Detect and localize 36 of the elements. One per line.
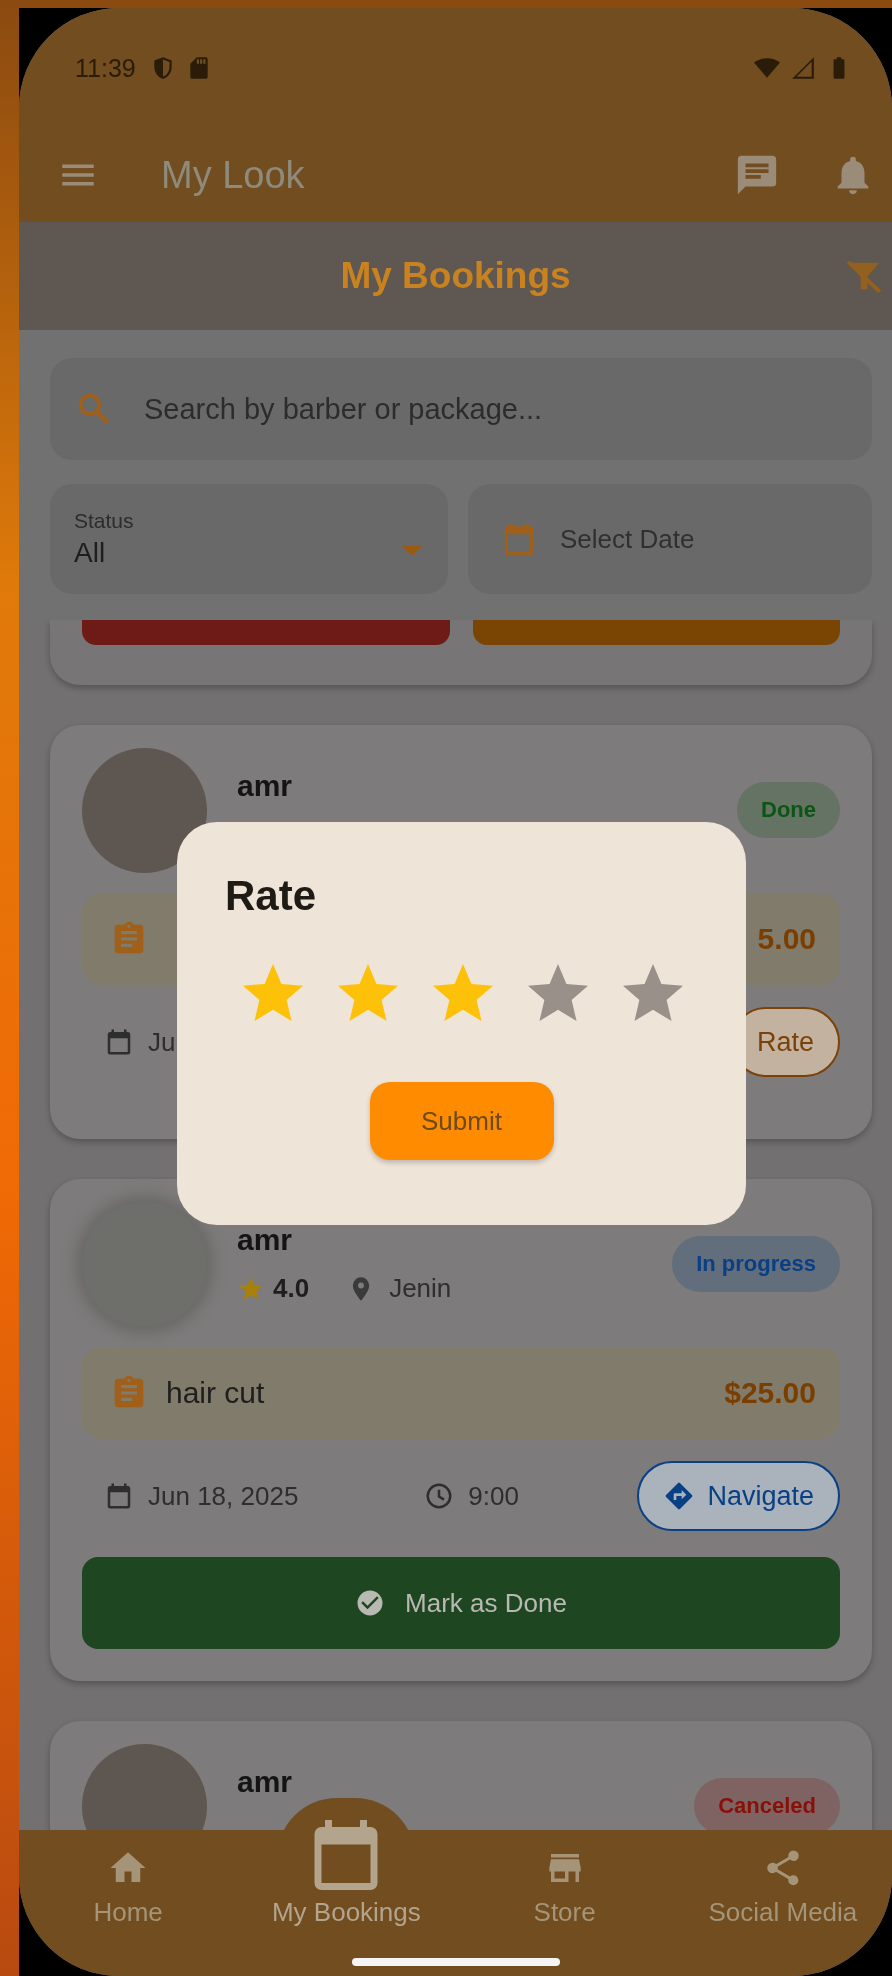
location-text: Jenin bbox=[389, 1273, 452, 1304]
status-dropdown[interactable]: Status All bbox=[50, 484, 448, 594]
package-name: hair cut bbox=[166, 1376, 265, 1410]
signal-icon bbox=[790, 55, 816, 81]
clock-time: 11:39 bbox=[75, 53, 136, 83]
dropdown-label: Status bbox=[74, 509, 135, 533]
package-price: $25.00 bbox=[724, 1376, 816, 1410]
status-badge: In progress bbox=[672, 1236, 840, 1292]
nav-item[interactable]: Store bbox=[533, 1847, 596, 1928]
page-title: My Bookings bbox=[340, 255, 571, 297]
dropdown-value: All bbox=[74, 537, 107, 569]
submit-button[interactable]: Submit bbox=[369, 1082, 554, 1160]
nav-item[interactable]: My Bookings bbox=[271, 1813, 421, 1928]
nav-item[interactable]: Home bbox=[93, 1847, 163, 1928]
booking-date: Jun 18, 2025 bbox=[148, 1480, 299, 1512]
package-price: 5.00 bbox=[757, 922, 816, 956]
home-indicator[interactable] bbox=[351, 1958, 560, 1966]
booking-date: Ju bbox=[148, 1026, 176, 1058]
date-field[interactable]: Select Date bbox=[468, 484, 872, 594]
rating-value: 4.0 bbox=[273, 1273, 310, 1304]
nav-item[interactable]: Social Media bbox=[708, 1847, 858, 1928]
navigate-button[interactable]: Navigate bbox=[637, 1461, 840, 1531]
caret-icon bbox=[402, 546, 422, 556]
status-badge: Canceled bbox=[694, 1778, 840, 1830]
status-badge: Done bbox=[737, 782, 840, 838]
dialog-title: Rate bbox=[225, 872, 318, 920]
barber-name: amr bbox=[237, 1765, 294, 1799]
button-edge[interactable] bbox=[82, 620, 450, 645]
date-placeholder: Select Date bbox=[560, 523, 695, 555]
barber-name: amr bbox=[237, 1223, 294, 1257]
booking-time: 9:00 bbox=[468, 1480, 519, 1512]
app-title: My Look bbox=[161, 153, 305, 197]
barber-name: amr bbox=[237, 769, 294, 803]
search-field[interactable]: Search by barber or package... bbox=[50, 358, 872, 460]
mark-done-button[interactable]: Mark as Done bbox=[82, 1557, 840, 1649]
button-edge[interactable] bbox=[472, 620, 840, 645]
